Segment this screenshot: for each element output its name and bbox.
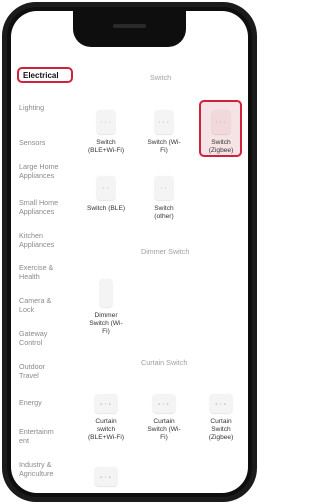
sidebar-item-industry-agriculture[interactable]: Industry & Agriculture [19,460,63,478]
switch-device-icon: • • [97,176,115,200]
sidebar-item-outdoor-travel[interactable]: Outdoor Travel [19,362,63,380]
sidebar-item-electrical[interactable]: Electrical [23,71,95,80]
device-label: Curtain switch (BLE+Wi-Fi) [87,418,125,441]
switch-device-icon: • • • [155,110,173,134]
device-switch-ble-wifi[interactable]: • • • Switch (BLE+Wi-Fi) [86,110,126,155]
sidebar-item-large-home-appliances[interactable]: Large Home Appliances [19,162,63,180]
section-title-dimmer-switch: Dimmer Switch [141,247,190,256]
speaker-grille [113,24,146,28]
device-label: Dimmer Switch (Wi-Fi) [89,312,123,335]
device-label: Switch (BLE+Wi-Fi) [87,139,125,154]
sidebar-item-gateway-control[interactable]: Gateway Control [19,329,63,347]
switch-device-icon: • • • [97,110,115,134]
curtain-switch-device-icon: ◂ ▪ ▸ [95,394,117,413]
device-curtain-switch-wifi[interactable]: ◂ ▪ ▸ Curtain Switch (Wi-Fi) [144,394,184,442]
sidebar-item-kitchen-appliances[interactable]: Kitchen Appliances [19,231,63,249]
device-switch-wifi[interactable]: • • • Switch (Wi-Fi) [144,110,184,155]
sidebar-item-small-home-appliances[interactable]: Small Home Appliances [19,198,71,216]
device-curtain-switch-zigbee[interactable]: ◂ ▪ ▸ Curtain Switch (Zigbee) [201,394,241,442]
sidebar-item-entertainment[interactable]: Entertainm ent [19,427,55,445]
device-dimmer-switch-wifi[interactable]: Dimmer Switch (Wi-Fi) [86,279,126,336]
device-switch-zigbee[interactable]: • • • Switch (Zigbee) [201,110,241,155]
sidebar-item-camera-lock[interactable]: Camera & Lock [19,296,55,314]
section-title-switch: Switch [150,73,172,82]
device-switch-other[interactable]: • • Switch (other) [144,176,184,221]
switch-device-icon: • • [155,176,173,200]
curtain-switch-device-icon: ◂ ▪ ▸ [210,394,232,413]
device-label: Switch (other) [154,205,174,220]
sidebar-item-sensors[interactable]: Sensors [19,138,91,147]
device-label: Switch (Zigbee) [208,139,234,154]
sidebar-item-lighting[interactable]: Lighting [19,103,91,112]
curtain-switch-device-icon: ◂ ▪ ▸ [153,394,175,413]
switch-device-icon: • • • [212,110,230,134]
device-label: Switch (BLE) [86,205,126,212]
device-switch-ble[interactable]: • • Switch (BLE) [86,176,126,213]
app-screen: Electrical Lighting Sensors Large Home A… [11,11,248,493]
sidebar-item-exercise-health[interactable]: Exercise & Health [19,263,63,281]
section-title-curtain-switch: Curtain Switch [141,358,188,367]
dimmer-switch-device-icon [100,279,112,307]
device-label: Curtain Switch (Wi-Fi) [147,418,181,441]
device-label: Curtain Switch (Zigbee) [208,418,234,441]
device-partial-next-row[interactable]: ◂ ▪ ▸ [86,467,126,491]
device-label: Switch (Wi-Fi) [147,139,181,154]
notch [73,11,186,47]
sidebar-item-energy[interactable]: Energy [19,398,91,407]
device-curtain-switch-ble-wifi[interactable]: ◂ ▪ ▸ Curtain switch (BLE+Wi-Fi) [86,394,126,442]
curtain-switch-device-icon: ◂ ▪ ▸ [95,467,117,486]
